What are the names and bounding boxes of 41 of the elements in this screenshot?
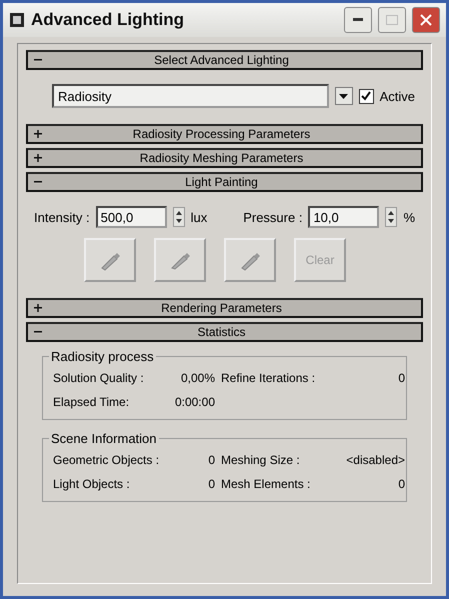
minimize-button[interactable] (344, 7, 372, 33)
stat-label: Mesh Elements : (221, 477, 312, 491)
active-checkbox[interactable] (358, 88, 374, 104)
group-title: Radiosity process (49, 349, 156, 364)
rollout-header[interactable]: Light Painting (26, 172, 423, 192)
intensity-field[interactable]: 500,0 (96, 206, 167, 228)
stat-value: 0 (207, 453, 215, 467)
spinner-arrows-icon[interactable] (172, 207, 185, 227)
stat-value: 0 (207, 477, 215, 491)
rollout-header[interactable]: Statistics (26, 322, 423, 342)
maximize-button[interactable] (378, 7, 406, 33)
stat-value: <disabled> (345, 453, 405, 467)
close-icon (420, 14, 432, 26)
close-button[interactable] (412, 7, 440, 33)
unit-label: % (403, 210, 415, 224)
pressure-label: Pressure : (243, 210, 302, 224)
pressure-field[interactable]: 10,0 (308, 206, 380, 228)
intensity-label: Intensity : (34, 210, 90, 224)
minimize-icon (353, 18, 363, 22)
stat-label: Elapsed Time: (53, 395, 130, 409)
app-icon (9, 12, 25, 28)
lighting-dropdown[interactable]: Radiosity (52, 84, 329, 108)
rollout-header[interactable]: Radiosity Meshing Parameters (26, 148, 423, 168)
group-title: Scene Information (49, 431, 159, 446)
stat-value: 0,00% (180, 371, 215, 385)
maximize-icon (386, 15, 398, 25)
spinner-arrows-icon[interactable] (385, 207, 398, 227)
stat-label: Refine Iterations : (221, 371, 316, 385)
rollout-header[interactable]: Rendering Parameters (26, 298, 423, 318)
rollout-header[interactable]: Select Advanced Lighting (26, 50, 423, 70)
stat-label: Meshing Size : (221, 453, 301, 467)
stat-label: Geometric Objects : (53, 453, 160, 467)
stat-value: 0:00:00 (174, 395, 215, 409)
stat-label: Light Objects : (53, 477, 131, 491)
active-label: Active (380, 88, 415, 104)
rollout-header[interactable]: Radiosity Processing Parameters (26, 124, 423, 144)
stat-label: Solution Quality : (53, 371, 145, 385)
stat-value: 0 (397, 371, 405, 385)
unit-label: lux (190, 210, 208, 224)
window-title: Advanced Lighting (31, 10, 185, 30)
stat-value: 0 (397, 477, 405, 491)
